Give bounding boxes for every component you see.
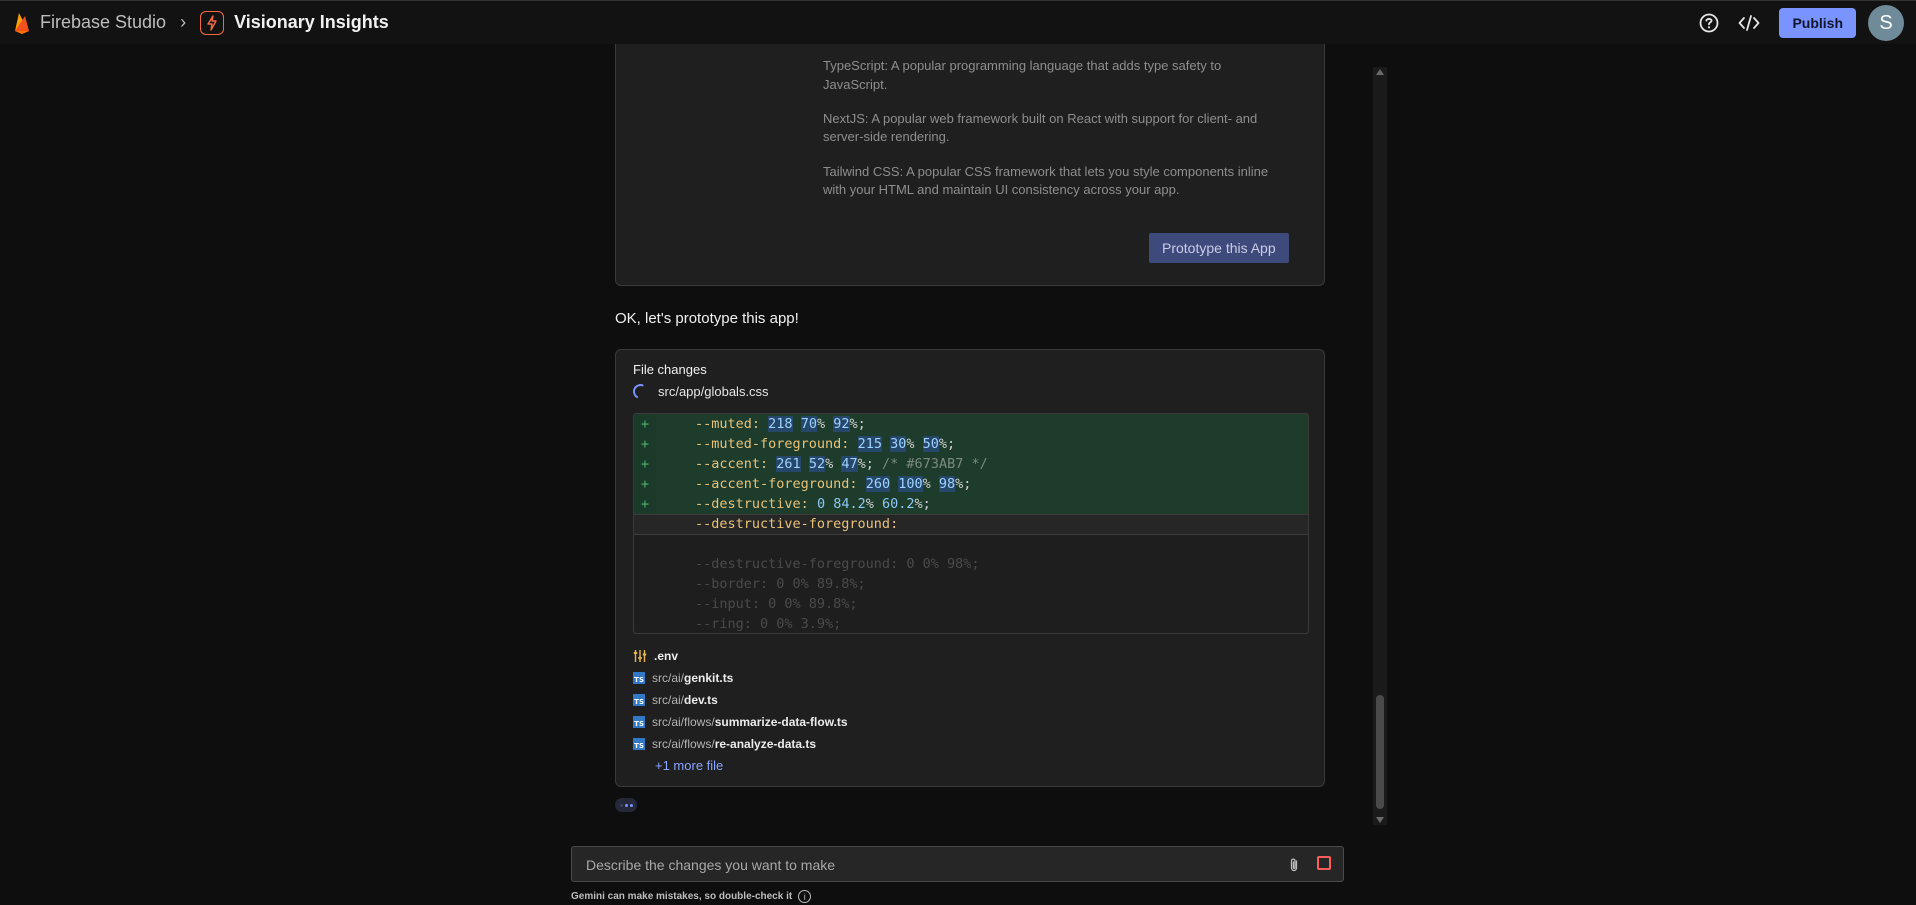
scroll-thumb[interactable] [1376, 695, 1384, 809]
top-bar: Firebase Studio › Visionary Insights Pub… [0, 0, 1916, 44]
typescript-file-icon: TS [633, 716, 645, 728]
diff-line-added: + --muted-foreground: 215 30% 50%; [634, 434, 1308, 454]
diff-line-pending: --input: 0 0% 89.8%; [695, 596, 858, 612]
diff-line-added: + --accent-foreground: 260 100% 98%; [634, 474, 1308, 494]
help-icon[interactable] [1697, 11, 1721, 35]
chat-scrollbar[interactable] [1373, 67, 1387, 825]
file-item[interactable]: TS src/ai/flows/summarize-data-flow.ts [633, 711, 848, 733]
paperclip-icon[interactable] [1285, 856, 1303, 874]
file-item[interactable]: TS src/ai/flows/re-analyze-data.ts [633, 733, 848, 755]
scroll-down-icon[interactable] [1376, 817, 1384, 823]
prompt-input[interactable] [584, 847, 1268, 883]
file-item[interactable]: .env [633, 645, 848, 667]
stack-item: JavaScript. [823, 77, 888, 92]
current-file-path: src/app/globals.css [658, 384, 769, 399]
prototype-app-button[interactable]: Prototype this App [1149, 233, 1289, 263]
file-name: genkit.ts [684, 671, 734, 685]
diff-line-current: --destructive-foreground: [634, 514, 1308, 535]
diff-plus-sign: + [634, 474, 656, 494]
stop-icon[interactable] [1317, 856, 1331, 870]
assistant-message: OK, let's prototype this app! [615, 310, 799, 327]
typescript-file-icon: TS [633, 694, 645, 706]
app-name: Firebase Studio [40, 12, 167, 32]
current-file[interactable]: src/app/globals.css [630, 381, 769, 402]
file-name: dev.ts [684, 693, 718, 707]
more-files-link[interactable]: +1 more file [655, 755, 848, 777]
changed-files-list: .env TS src/ai/genkit.ts TS src/ai/dev.t… [633, 645, 848, 777]
project-name[interactable]: Visionary Insights [234, 12, 389, 33]
settings-sliders-icon [633, 649, 647, 663]
chat-panel: TypeScript: A popular programming langua… [615, 44, 1327, 824]
stack-item: NextJS: A popular web framework built on… [823, 111, 1258, 144]
avatar[interactable]: S [1868, 5, 1904, 41]
code-diff-view[interactable]: + --muted: 218 70% 92%; + --muted-foregr… [633, 413, 1309, 634]
file-item[interactable]: TS src/ai/genkit.ts [633, 667, 848, 689]
diff-line-pending: --border: 0 0% 89.8%; [695, 576, 866, 592]
prompt-box [571, 846, 1344, 883]
file-changes-card: File changes src/app/globals.css + --mut… [615, 349, 1325, 787]
code-icon[interactable] [1737, 11, 1761, 35]
stack-item: Tailwind CSS: A popular CSS framework th… [823, 164, 1269, 197]
chevron-right-icon: › [180, 12, 187, 32]
file-item[interactable]: TS src/ai/dev.ts [633, 689, 848, 711]
diff-plus-sign: + [634, 494, 656, 514]
file-name: summarize-data-flow.ts [714, 715, 848, 729]
scroll-up-icon[interactable] [1376, 69, 1384, 75]
stack-partial-line: TypeScript: A popular programming langua… [823, 58, 1222, 73]
diff-plus-sign: + [634, 414, 656, 434]
diff-line-added: + --accent: 261 52% 47%; /* #673AB7 */ [634, 454, 1308, 474]
diff-plus-sign: + [634, 454, 656, 474]
file-name: re-analyze-data.ts [714, 737, 817, 751]
typescript-file-icon: TS [633, 738, 645, 750]
diff-line-pending: --destructive-foreground: 0 0% 98%; [695, 556, 980, 572]
tech-stack-card: TypeScript: A popular programming langua… [615, 44, 1325, 286]
disclaimer: Gemini can make mistakes, so double-chec… [571, 890, 812, 903]
typescript-file-icon: TS [633, 672, 645, 684]
diff-line-pending: --ring: 0 0% 3.9%; [695, 616, 842, 632]
firebase-logo-icon [15, 12, 29, 34]
info-icon[interactable]: i [798, 890, 812, 903]
file-changes-title: File changes [633, 362, 707, 377]
publish-button[interactable]: Publish [1779, 8, 1856, 38]
brand[interactable]: Firebase Studio [12, 11, 166, 35]
loading-spinner-icon [630, 381, 651, 402]
diff-plus-sign: + [634, 434, 656, 454]
diff-line-added: + --muted: 218 70% 92%; [634, 414, 1308, 434]
typing-indicator-icon [615, 798, 637, 812]
project-icon [200, 10, 225, 35]
diff-line-added: + --destructive: 0 84.2% 60.2%; [634, 494, 1308, 514]
disclaimer-text: Gemini can make mistakes, so double-chec… [571, 891, 793, 902]
file-name: .env [654, 649, 679, 663]
